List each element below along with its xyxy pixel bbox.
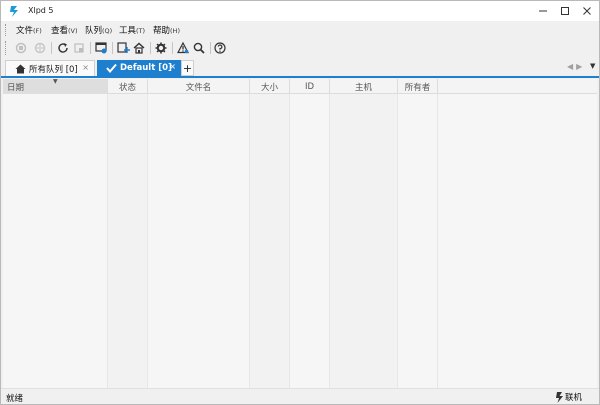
stop-button[interactable] xyxy=(71,40,87,56)
window-title: Xlpd 5 xyxy=(28,6,54,15)
home-icon xyxy=(15,64,26,73)
menu-bar: 文件(F) 查看(V) 队列(Q) 工具(T) 帮助(H) xyxy=(1,21,599,39)
column-header-host[interactable]: 主机 xyxy=(330,79,398,94)
toolbar xyxy=(1,39,599,57)
tab-all-queues-label: 所有队列 [0] xyxy=(29,64,78,75)
search-icon xyxy=(193,42,205,54)
job-list[interactable]: 日期 ▼ 状态 文件名 大小 ID 主机 所有者 xyxy=(3,78,597,388)
toolbar-separator xyxy=(172,42,173,54)
column-divider xyxy=(147,94,148,388)
settings-icon xyxy=(155,42,167,54)
table-header: 日期 ▼ 状态 文件名 大小 ID 主机 所有者 xyxy=(3,78,597,94)
menu-queue[interactable]: 队列(Q) xyxy=(85,24,112,36)
column-shade xyxy=(108,94,148,388)
column-shade xyxy=(330,94,398,388)
printer-settings-button[interactable] xyxy=(32,40,48,56)
menu-file[interactable]: 文件(F) xyxy=(16,24,42,36)
column-header-id[interactable]: ID xyxy=(290,79,330,94)
app-window: Xlpd 5 文件(F) 查看(V) 队列(Q) 工具(T) 帮助(H) 所有队… xyxy=(0,0,600,405)
settings-button[interactable] xyxy=(153,40,169,56)
maximize-icon xyxy=(561,7,569,15)
home-icon xyxy=(133,42,145,54)
column-header-filename[interactable]: 文件名 xyxy=(148,79,250,94)
tab-close-button[interactable]: × xyxy=(82,63,89,72)
menu-grip[interactable] xyxy=(5,24,7,36)
refresh-icon xyxy=(58,43,68,53)
toolbar-separator xyxy=(51,42,52,54)
queue-view-button[interactable] xyxy=(93,40,109,56)
queue-tab-strip: 所有队列 [0] × Default [0] × + ◀▶ ▼ xyxy=(1,59,599,78)
menu-help[interactable]: 帮助(H) xyxy=(153,24,180,36)
column-shade xyxy=(250,94,290,388)
print-icon xyxy=(15,42,27,54)
tab-all-queues[interactable]: 所有队列 [0] × xyxy=(5,60,95,76)
add-queue-icon xyxy=(116,42,130,53)
alert-icon xyxy=(177,42,189,54)
minimize-button[interactable] xyxy=(532,1,554,21)
home-button[interactable] xyxy=(131,40,147,56)
checkmark-icon xyxy=(106,63,117,73)
title-bar: Xlpd 5 xyxy=(1,1,599,21)
column-divider xyxy=(249,94,250,388)
help-button[interactable] xyxy=(212,40,228,56)
stop-icon xyxy=(74,43,84,53)
alert-button[interactable] xyxy=(175,40,191,56)
status-text: 就绪 xyxy=(6,394,24,404)
online-icon xyxy=(556,391,563,403)
add-tab-button[interactable]: + xyxy=(181,60,194,76)
column-divider xyxy=(397,94,398,388)
tab-default-queue-label: Default [0] xyxy=(120,63,172,73)
connection-status-label: 联机 xyxy=(565,393,583,403)
toolbar-grip[interactable] xyxy=(5,41,7,55)
toolbar-separator xyxy=(90,42,91,54)
close-button[interactable] xyxy=(576,1,598,21)
minimize-icon xyxy=(539,10,547,12)
column-divider xyxy=(329,94,330,388)
tab-default-queue[interactable]: Default [0] × xyxy=(97,60,181,76)
app-logo-icon xyxy=(10,6,18,17)
tab-list-dropdown[interactable]: ▼ xyxy=(590,62,595,70)
add-queue-button[interactable] xyxy=(115,40,131,56)
tab-close-button[interactable]: × xyxy=(169,62,176,71)
refresh-button[interactable] xyxy=(55,40,71,56)
column-divider xyxy=(437,94,438,388)
close-icon xyxy=(583,7,591,15)
column-divider xyxy=(107,94,108,388)
printer-settings-icon xyxy=(34,42,46,54)
sort-descending-icon: ▼ xyxy=(53,78,58,85)
column-header-owner[interactable]: 所有者 xyxy=(398,79,438,94)
connection-status: 联机 xyxy=(555,391,582,403)
column-divider xyxy=(289,94,290,388)
menu-tools[interactable]: 工具(T) xyxy=(119,24,145,36)
toolbar-separator xyxy=(112,42,113,54)
help-icon xyxy=(214,42,226,54)
queue-view-icon xyxy=(94,42,107,54)
maximize-button[interactable] xyxy=(554,1,576,21)
print-button[interactable] xyxy=(13,40,29,56)
toolbar-separator xyxy=(210,42,211,54)
column-header-size[interactable]: 大小 xyxy=(250,79,290,94)
menu-view[interactable]: 查看(V) xyxy=(51,24,78,36)
column-header-date[interactable]: 日期 ▼ xyxy=(3,78,108,94)
column-header-status[interactable]: 状态 xyxy=(108,79,148,94)
tab-scroll-arrows[interactable]: ◀▶ xyxy=(567,62,585,71)
search-button[interactable] xyxy=(191,40,207,56)
status-bar: 就绪 联机 xyxy=(1,388,599,404)
toolbar-separator xyxy=(150,42,151,54)
